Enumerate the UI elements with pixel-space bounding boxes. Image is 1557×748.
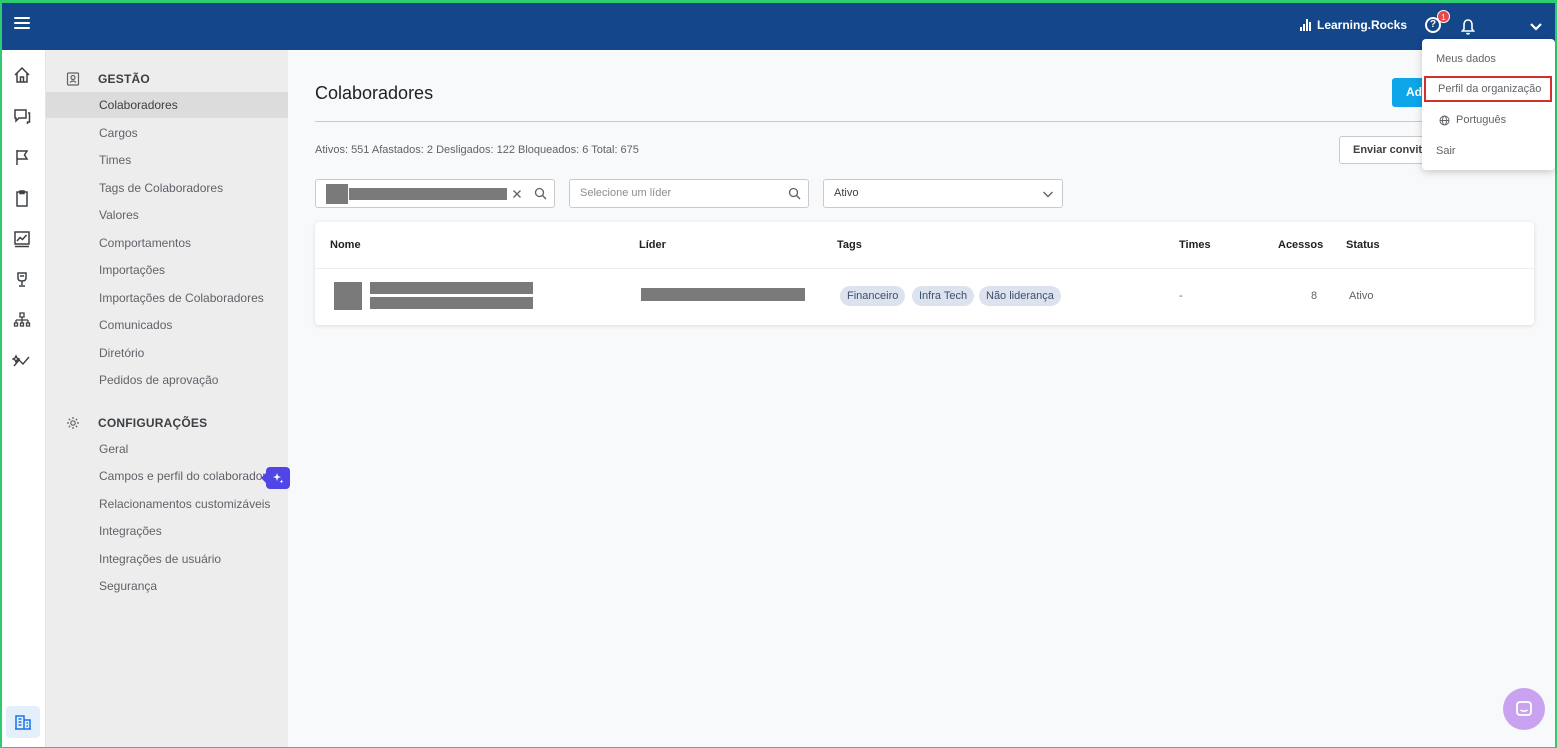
user-menu-dropdown: Meus dados Perfil da organização Portugu… xyxy=(1422,39,1555,170)
building-icon xyxy=(15,715,31,730)
section-header-configuracoes: CONFIGURAÇÕES xyxy=(66,416,207,430)
tag-chip: Não liderança xyxy=(979,286,1061,306)
main-content: Colaboradores Ad Ativos: 551 Afastados: … xyxy=(288,50,1555,747)
redacted-name xyxy=(370,282,533,294)
sidebar-item-relacionamentos[interactable]: Relacionamentos customizáveis xyxy=(46,491,288,517)
tag-chip: Financeiro xyxy=(840,286,906,306)
sidebar: GESTÃO Colaboradores Cargos Times Tags d… xyxy=(46,50,290,747)
sidebar-item-importacoes-colaboradores[interactable]: Importações de Colaboradores xyxy=(46,285,288,311)
badge-icon xyxy=(66,72,80,86)
bar-chart-icon xyxy=(1300,19,1311,31)
trophy-icon[interactable] xyxy=(12,270,32,290)
column-header-acessos[interactable]: Acessos xyxy=(1278,239,1323,251)
column-header-times[interactable]: Times xyxy=(1179,239,1211,251)
home-icon[interactable] xyxy=(12,65,32,85)
org-chart-icon[interactable] xyxy=(12,311,32,331)
search-icon[interactable] xyxy=(788,187,801,200)
sidebar-item-pedidos-aprovacao[interactable]: Pedidos de aprovação xyxy=(46,367,288,393)
leader-select-input[interactable]: Selecione um líder xyxy=(569,179,809,208)
performance-chart-icon[interactable] xyxy=(12,229,32,249)
search-icon[interactable] xyxy=(534,187,547,200)
sidebar-item-integracoes[interactable]: Integrações xyxy=(46,518,288,544)
sidebar-item-integracoes-usuario[interactable]: Integrações de usuário xyxy=(46,546,288,572)
analytics-sparkle-icon[interactable] xyxy=(12,352,32,372)
notification-badge: 1 xyxy=(1437,10,1450,23)
search-input[interactable] xyxy=(315,179,555,208)
bell-icon[interactable] xyxy=(1460,18,1476,36)
sidebar-item-seguranca[interactable]: Segurança xyxy=(46,573,288,599)
sidebar-item-times[interactable]: Times xyxy=(46,147,288,173)
sidebar-item-importacoes[interactable]: Importações xyxy=(46,257,288,283)
status-cell: Ativo xyxy=(1349,290,1374,302)
tag-chip: Infra Tech xyxy=(912,286,975,306)
sidebar-item-diretorio[interactable]: Diretório xyxy=(46,340,288,366)
flag-icon[interactable] xyxy=(12,147,32,167)
status-select-value: Ativo xyxy=(834,187,859,199)
chevron-down-icon xyxy=(1043,191,1053,198)
status-select[interactable]: Ativo xyxy=(823,179,1063,208)
section-header-gestao: GESTÃO xyxy=(66,72,150,86)
menu-item-perfil-organizacao[interactable]: Perfil da organização xyxy=(1424,76,1552,102)
page-title: Colaboradores xyxy=(315,83,434,103)
chat-icon xyxy=(1516,701,1532,716)
menu-item-meus-dados[interactable]: Meus dados xyxy=(1422,46,1555,72)
hamburger-menu-icon[interactable] xyxy=(14,17,30,33)
menu-item-idioma[interactable]: Português xyxy=(1422,107,1555,133)
sidebar-item-cargos[interactable]: Cargos xyxy=(46,120,288,146)
collaborators-table: Nome Líder Tags Times Acessos Status Fin… xyxy=(315,222,1534,325)
brand-logo[interactable]: Learning.Rocks xyxy=(1300,18,1407,32)
chat-launcher-button[interactable] xyxy=(1503,688,1545,730)
section-title: CONFIGURAÇÕES xyxy=(98,416,208,430)
globe-icon xyxy=(1439,115,1450,126)
column-header-nome[interactable]: Nome xyxy=(330,239,361,251)
column-header-tags[interactable]: Tags xyxy=(837,239,862,251)
sidebar-item-geral[interactable]: Geral xyxy=(46,436,288,462)
redacted-avatar xyxy=(326,184,348,204)
sparkle-icon xyxy=(273,473,284,484)
collaborator-stats: Ativos: 551 Afastados: 2 Desligados: 122… xyxy=(315,144,639,156)
top-bar: Learning.Rocks ? 1 xyxy=(2,0,1555,50)
brand-name: Learning.Rocks xyxy=(1317,18,1408,32)
sidebar-item-comunicados[interactable]: Comunicados xyxy=(46,312,288,338)
section-title: GESTÃO xyxy=(98,72,150,86)
clear-icon[interactable] xyxy=(512,189,522,199)
acessos-cell: 8 xyxy=(1311,290,1318,302)
gear-icon xyxy=(67,417,79,429)
sidebar-item-campos-perfil[interactable]: Campos e perfil do colaborador xyxy=(46,463,288,489)
feedback-chat-icon[interactable] xyxy=(12,106,32,126)
header-divider xyxy=(315,268,1534,269)
redacted-email xyxy=(370,297,533,309)
sidebar-item-colaboradores[interactable]: Colaboradores xyxy=(46,92,288,118)
divider xyxy=(315,121,1435,122)
times-cell: - xyxy=(1179,290,1183,302)
avatar xyxy=(334,282,362,310)
sidebar-item-valores[interactable]: Valores xyxy=(46,202,288,228)
leader-placeholder: Selecione um líder xyxy=(580,187,672,199)
redacted-search-text xyxy=(349,188,507,200)
column-header-status[interactable]: Status xyxy=(1346,239,1380,251)
column-header-lider[interactable]: Líder xyxy=(639,239,666,251)
sidebar-item-comportamentos[interactable]: Comportamentos xyxy=(46,230,288,256)
menu-item-sair[interactable]: Sair xyxy=(1422,138,1555,164)
redacted-leader xyxy=(641,288,805,301)
clipboard-icon[interactable] xyxy=(12,188,32,208)
language-label: Português xyxy=(1456,114,1507,126)
sidebar-item-tags-colaboradores[interactable]: Tags de Colaboradores xyxy=(46,175,288,201)
ai-sparkle-badge[interactable] xyxy=(261,467,290,489)
icon-rail xyxy=(2,50,46,747)
chevron-down-icon[interactable] xyxy=(1529,20,1543,34)
organization-button[interactable] xyxy=(6,706,40,738)
